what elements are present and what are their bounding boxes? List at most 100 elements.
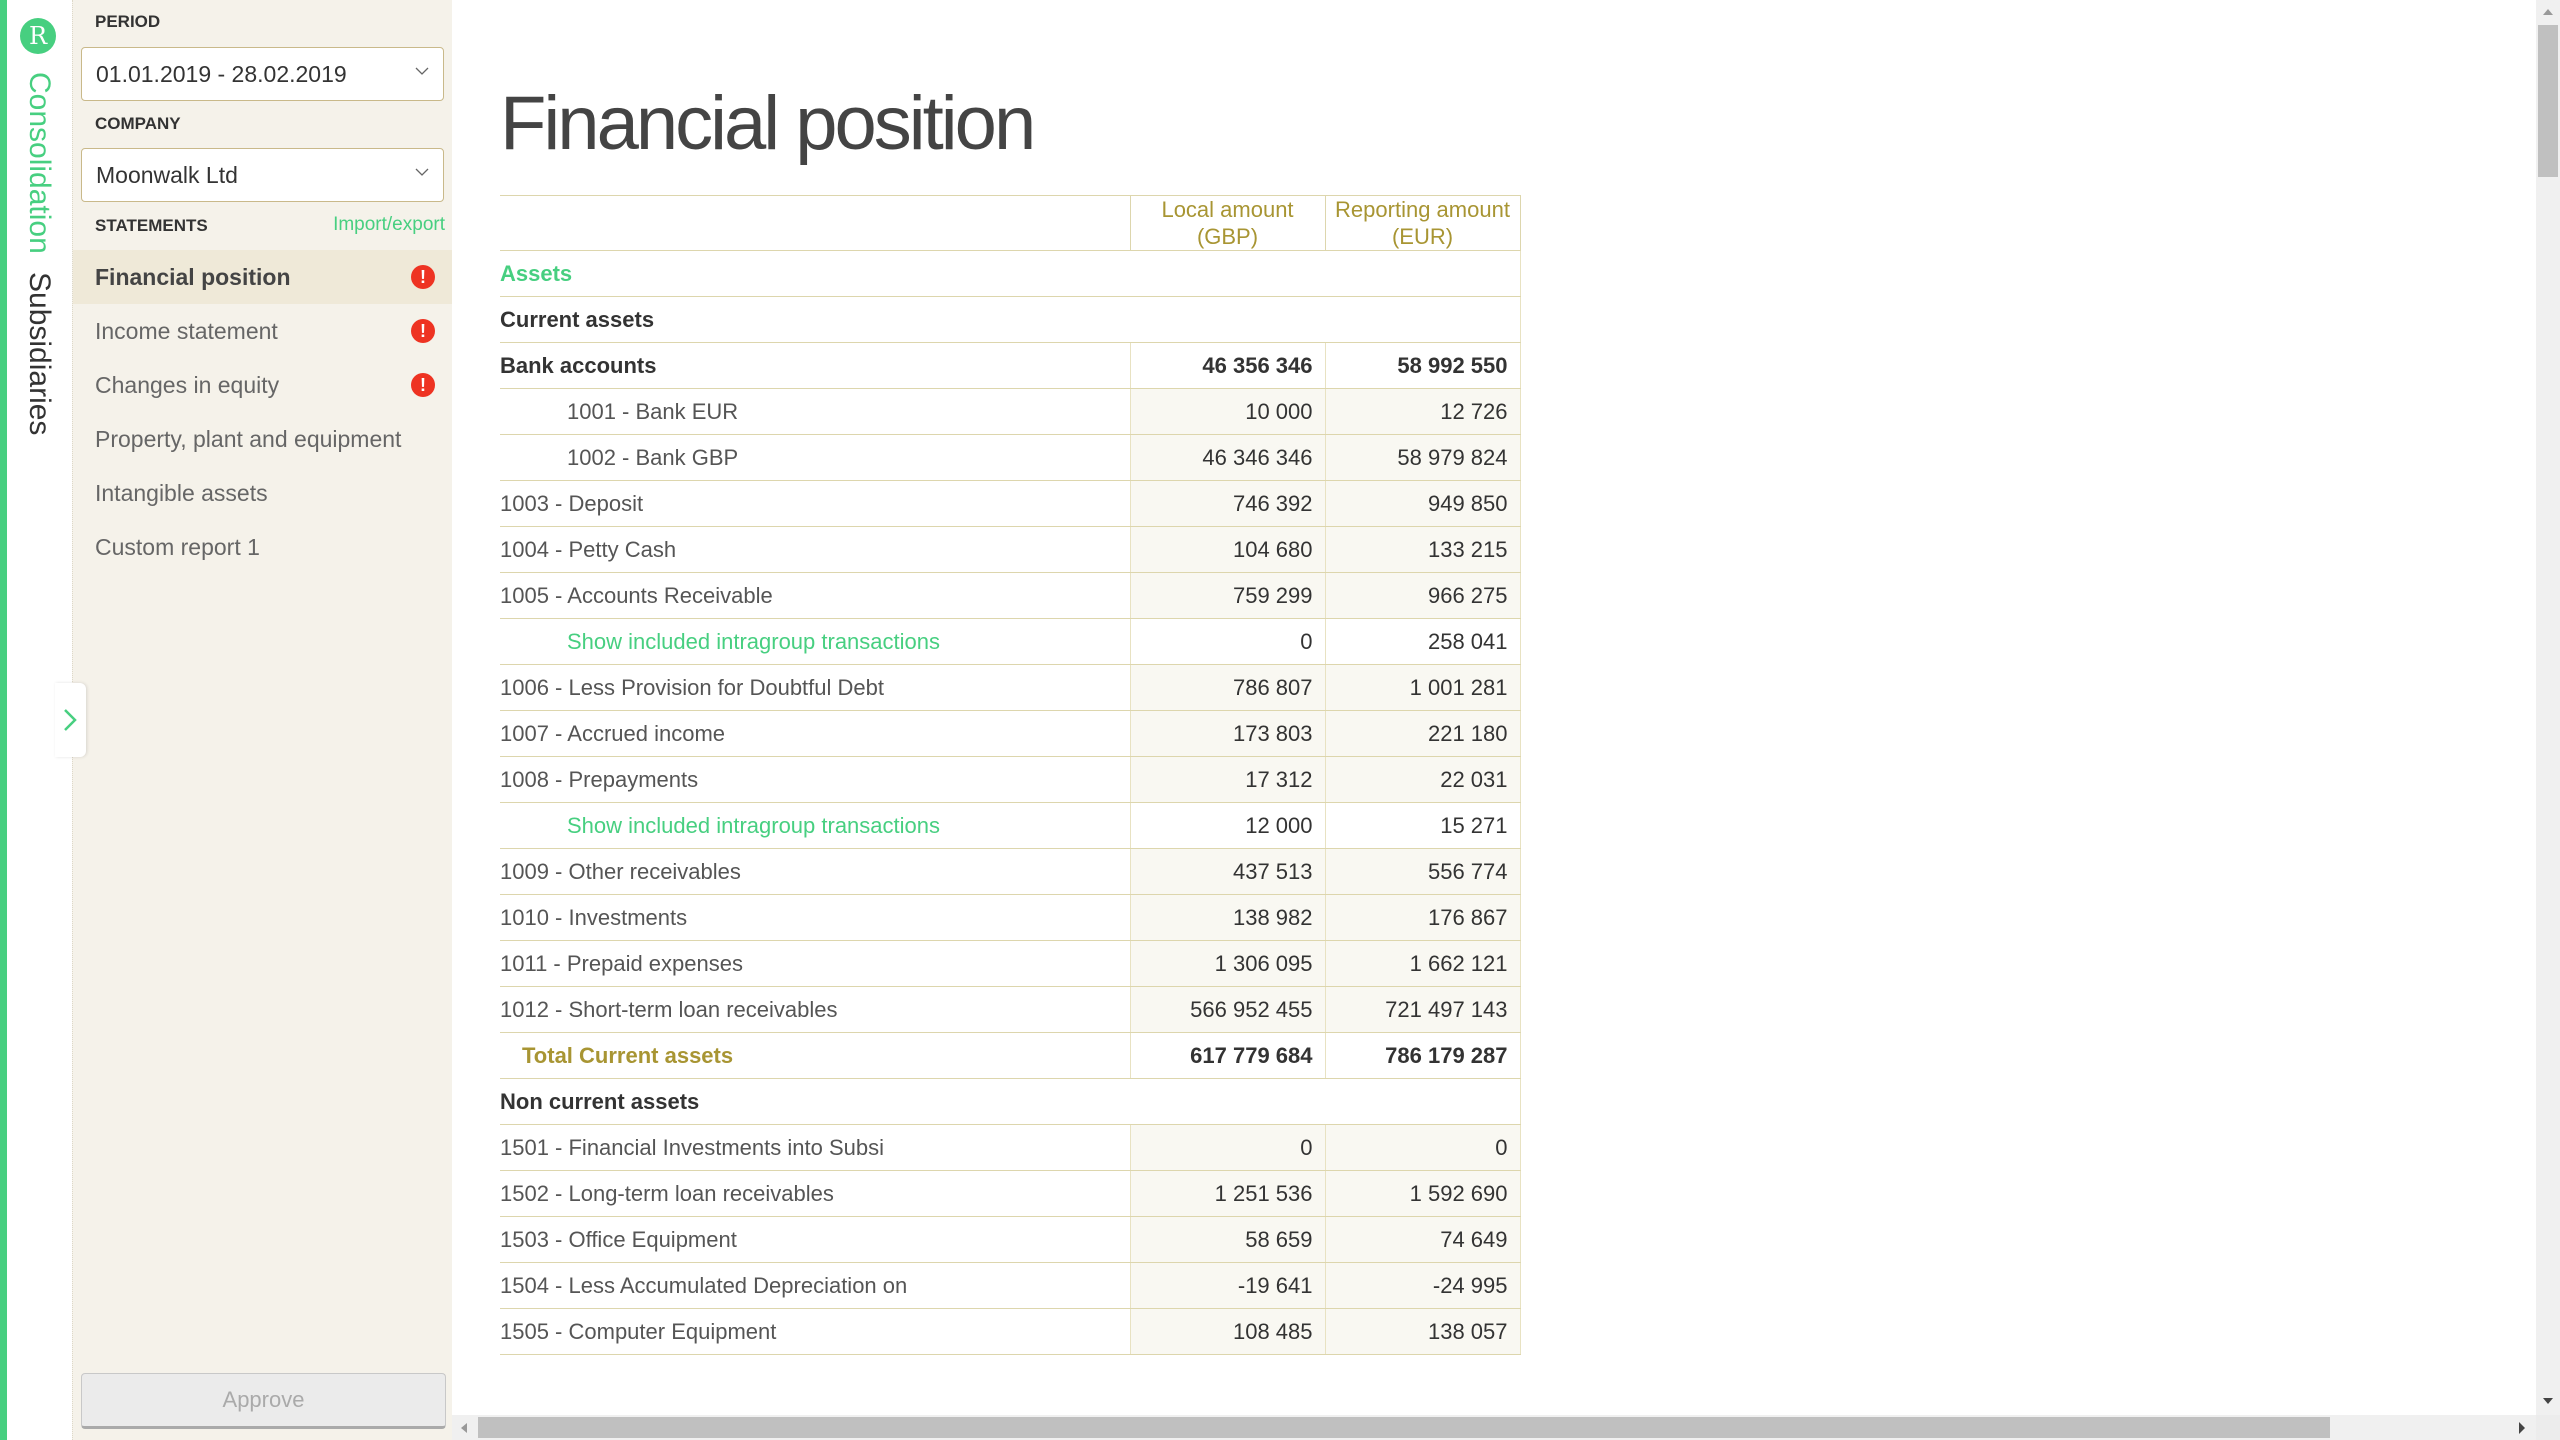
- table-row[interactable]: 1009 - Other receivables 437 513 556 774: [500, 848, 1521, 895]
- nav-item-label: Intangible assets: [95, 480, 268, 506]
- table-row[interactable]: 1501 - Financial Investments into Subsi …: [500, 1124, 1521, 1171]
- row-local-amount: 0: [1129, 1124, 1325, 1171]
- row-name: 1505 - Computer Equipment: [500, 1308, 1130, 1355]
- row-name: 1503 - Office Equipment: [500, 1216, 1130, 1263]
- alert-icon: !: [411, 265, 435, 289]
- table-row[interactable]: 1011 - Prepaid expenses 1 306 095 1 662 …: [500, 940, 1521, 987]
- rail-tab-consolidation[interactable]: Consolidation: [23, 72, 56, 254]
- approve-button[interactable]: Approve: [81, 1373, 446, 1429]
- page-title: Financial position: [500, 81, 1036, 166]
- company-label: COMPANY: [95, 114, 181, 133]
- row-local-amount: 746 392: [1129, 480, 1325, 527]
- nav-item-property-plant-equipment[interactable]: Property, plant and equipment: [73, 412, 453, 466]
- row-name: 1009 - Other receivables: [500, 848, 1130, 895]
- sidebar-toggle-button[interactable]: [55, 683, 86, 757]
- row-name: 1004 - Petty Cash: [500, 526, 1130, 573]
- show-intragroup-link[interactable]: Show included intragroup transactions: [500, 802, 1130, 849]
- table-row[interactable]: 1503 - Office Equipment 58 659 74 649: [500, 1216, 1521, 1263]
- row-local-amount: 46 356 346: [1129, 342, 1325, 389]
- row-reporting-amount: 74 649: [1324, 1216, 1521, 1263]
- row-reporting-amount: 1 662 121: [1324, 940, 1521, 987]
- row-name: 1501 - Financial Investments into Subsi: [500, 1124, 1130, 1171]
- table-row[interactable]: Bank accounts 46 356 346 58 992 550: [500, 342, 1521, 389]
- total-row: Total Current assets 617 779 684 786 179…: [500, 1032, 1521, 1079]
- table-row[interactable]: 1504 - Less Accumulated Depreciation on …: [500, 1262, 1521, 1309]
- row-reporting-amount: 221 180: [1324, 710, 1521, 757]
- row-local-amount: 0: [1129, 618, 1325, 665]
- row-reporting-amount: 1 001 281: [1324, 664, 1521, 711]
- nav-item-label: Financial position: [95, 264, 291, 290]
- table-row[interactable]: 1001 - Bank EUR 10 000 12 726: [500, 388, 1521, 435]
- table-row[interactable]: 1502 - Long-term loan receivables 1 251 …: [500, 1170, 1521, 1217]
- table-row[interactable]: 1005 - Accounts Receivable 759 299 966 2…: [500, 572, 1521, 619]
- scroll-left-arrow-icon[interactable]: [461, 1423, 467, 1433]
- scroll-down-arrow-icon[interactable]: [2543, 1398, 2553, 1404]
- row-reporting-amount: 58 992 550: [1324, 342, 1521, 389]
- row-local-amount: 138 982: [1129, 894, 1325, 941]
- row-local-amount: 786 807: [1129, 664, 1325, 711]
- period-select[interactable]: 01.01.2019 - 28.02.2019: [81, 47, 444, 101]
- nav-item-label: Custom report 1: [95, 534, 260, 560]
- table-row[interactable]: 1010 - Investments 138 982 176 867: [500, 894, 1521, 941]
- rail-tab-subsidiaries[interactable]: Subsidiaries: [22, 272, 56, 435]
- row-name: 1008 - Prepayments: [500, 756, 1130, 803]
- nav-item-changes-in-equity[interactable]: Changes in equity !: [73, 358, 453, 412]
- main-content: Financial position Local amount (GBP) Re…: [452, 0, 2536, 1415]
- table-row[interactable]: 1003 - Deposit 746 392 949 850: [500, 480, 1521, 527]
- chevron-down-icon: [415, 67, 429, 75]
- nav-item-intangible-assets[interactable]: Intangible assets: [73, 466, 453, 520]
- total-local-amount: 617 779 684: [1129, 1032, 1325, 1079]
- row-name: 1504 - Less Accumulated Depreciation on: [500, 1262, 1130, 1309]
- non-current-assets-heading-row: Non current assets: [500, 1078, 1521, 1125]
- table-row[interactable]: 1006 - Less Provision for Doubtful Debt …: [500, 664, 1521, 711]
- intragroup-row: Show included intragroup transactions 12…: [500, 802, 1521, 849]
- row-local-amount: 104 680: [1129, 526, 1325, 573]
- row-reporting-amount: 556 774: [1324, 848, 1521, 895]
- vertical-scroll-thumb[interactable]: [2538, 25, 2558, 177]
- row-local-amount: 759 299: [1129, 572, 1325, 619]
- horizontal-scrollbar[interactable]: [452, 1415, 2536, 1440]
- vertical-scrollbar[interactable]: [2536, 0, 2560, 1415]
- show-intragroup-link[interactable]: Show included intragroup transactions: [500, 618, 1130, 665]
- alert-icon: !: [411, 373, 435, 397]
- statements-label: STATEMENTS: [95, 216, 208, 235]
- row-reporting-amount: 258 041: [1324, 618, 1521, 665]
- horizontal-scroll-thumb[interactable]: [478, 1417, 2330, 1438]
- row-local-amount: 12 000: [1129, 802, 1325, 849]
- row-reporting-amount: 138 057: [1324, 1308, 1521, 1355]
- scrollbar-corner: [2536, 1415, 2560, 1440]
- header-reporting-line1: Reporting amount: [1335, 197, 1510, 222]
- table-row[interactable]: 1002 - Bank GBP 46 346 346 58 979 824: [500, 434, 1521, 481]
- row-name: 1003 - Deposit: [500, 480, 1130, 527]
- scroll-up-arrow-icon[interactable]: [2543, 9, 2553, 15]
- row-local-amount: 58 659: [1129, 1216, 1325, 1263]
- assets-heading-row: Assets: [500, 250, 1521, 297]
- import-export-link[interactable]: Import/export: [333, 214, 445, 236]
- chevron-down-icon: [415, 168, 429, 176]
- company-select[interactable]: Moonwalk Ltd: [81, 148, 444, 202]
- row-name: 1007 - Accrued income: [500, 710, 1130, 757]
- scroll-right-arrow-icon[interactable]: [2519, 1422, 2525, 1434]
- current-assets-heading-row: Current assets: [500, 296, 1521, 343]
- row-reporting-amount: 949 850: [1324, 480, 1521, 527]
- nav-item-custom-report-1[interactable]: Custom report 1: [73, 520, 453, 574]
- header-local-amount: Local amount (GBP): [1129, 195, 1325, 251]
- period-label: PERIOD: [95, 12, 161, 31]
- nav-item-financial-position[interactable]: Financial position !: [73, 250, 453, 304]
- table-row[interactable]: 1007 - Accrued income 173 803 221 180: [500, 710, 1521, 757]
- assets-heading: Assets: [500, 250, 1521, 297]
- row-reporting-amount: 133 215: [1324, 526, 1521, 573]
- table-row[interactable]: 1012 - Short-term loan receivables 566 9…: [500, 986, 1521, 1033]
- app-logo-icon[interactable]: R: [20, 18, 56, 54]
- table-row[interactable]: 1505 - Computer Equipment 108 485 138 05…: [500, 1308, 1521, 1355]
- rail-accent-stripe: [0, 0, 7, 1440]
- row-local-amount: 17 312: [1129, 756, 1325, 803]
- header-reporting-amount: Reporting amount (EUR): [1324, 195, 1521, 251]
- table-header: Local amount (GBP) Reporting amount (EUR…: [500, 195, 1521, 251]
- table-row[interactable]: 1008 - Prepayments 17 312 22 031: [500, 756, 1521, 803]
- nav-item-income-statement[interactable]: Income statement !: [73, 304, 453, 358]
- row-name: 1010 - Investments: [500, 894, 1130, 941]
- row-reporting-amount: 58 979 824: [1324, 434, 1521, 481]
- table-row[interactable]: 1004 - Petty Cash 104 680 133 215: [500, 526, 1521, 573]
- row-reporting-amount: 0: [1324, 1124, 1521, 1171]
